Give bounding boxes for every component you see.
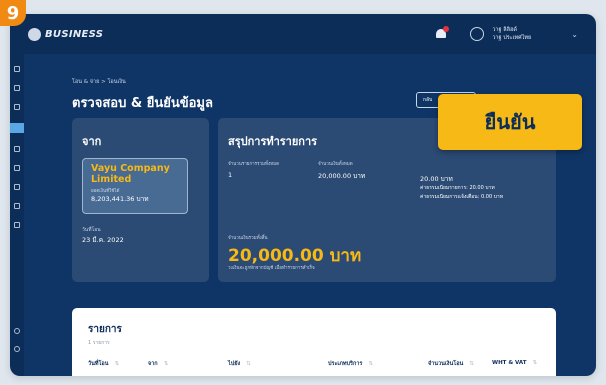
from-card: จาก Vayu Company Limited ยอดเงินที่ใช้ได… xyxy=(72,118,209,282)
app-window: BUSINESS วาฐ ลิลิฮด์ วาฐ ประเทศไทย ⌄ โอน… xyxy=(10,14,596,376)
user-info[interactable]: วาฐ ลิลิฮด์ วาฐ ประเทศไทย xyxy=(492,26,531,42)
bank-logo-icon xyxy=(28,27,41,41)
account-icon[interactable] xyxy=(14,85,20,91)
step-badge: 9 xyxy=(0,0,26,26)
column-header-date[interactable]: วันที่โอน ⇅ xyxy=(88,360,119,368)
fee-value: 20.00 บาท xyxy=(420,175,453,183)
sidebar xyxy=(10,54,24,376)
notification-bell-icon[interactable] xyxy=(434,26,450,41)
total-label: จำนวนเงินรวมทั้งสิ้น xyxy=(228,236,268,241)
help-icon[interactable] xyxy=(14,346,20,352)
user-company: วาฐ ประเทศไทย xyxy=(492,35,532,41)
balance-label: ยอดเงินที่ใช้ได้ xyxy=(91,189,120,194)
wallet-icon[interactable] xyxy=(14,104,20,110)
clock-icon[interactable] xyxy=(14,222,20,228)
from-title: จาก xyxy=(82,135,102,148)
chevron-down-icon[interactable]: ⌄ xyxy=(571,30,578,39)
notification-dot xyxy=(443,26,450,32)
transaction-count: 1 xyxy=(228,171,233,179)
amount-label: จำนวนเงินทั้งหมด xyxy=(318,162,353,167)
total-note: วงเงินจะถูกหักจากบัญชี เมื่อทำรายการสำเร… xyxy=(228,266,315,271)
transaction-count-label: จำนวนรายการรวมทั้งหมด xyxy=(228,162,280,167)
brand-name: BUSINESS xyxy=(45,28,104,40)
column-header-from[interactable]: จาก ⇅ xyxy=(148,360,168,368)
sort-icon[interactable]: ⇅ xyxy=(164,361,169,367)
bill-icon[interactable] xyxy=(14,146,20,152)
fee-line: ค่าธรรมเนียมรายการ: 20.00 บาท xyxy=(420,185,495,191)
column-header-amount[interactable]: จำนวนเงินโอน ⇅ xyxy=(428,360,474,368)
list-title: รายการ xyxy=(88,324,122,335)
sort-icon[interactable]: ⇅ xyxy=(246,361,251,367)
source-account-box: Vayu Company Limited ยอดเงินที่ใช้ได้ 8,… xyxy=(82,158,188,214)
users-icon[interactable] xyxy=(14,203,20,209)
home-icon[interactable] xyxy=(14,66,20,72)
account-balance: 8,203,441.36 บาท xyxy=(91,195,149,203)
confirm-button[interactable]: ยืนยัน xyxy=(438,94,582,150)
breadcrumb[interactable]: โอน & จ่าย > โอนเงิน xyxy=(72,78,126,86)
column-header-wht-vat[interactable]: WHT & VAT ⇅ xyxy=(492,360,537,366)
notification-fee-line: ค่าธรรมเนียมการแจ้งเตือน: 0.00 บาท xyxy=(420,194,503,200)
transfer-date-label: วันที่โอน xyxy=(82,227,101,233)
transaction-list-card: รายการ 1 รายการ วันที่โอน ⇅ จาก ⇅ ไปยัง ⇅ ป… xyxy=(72,308,556,376)
page-title: ตรวจสอบ & ยืนยันข้อมูล xyxy=(72,96,213,111)
brand-logo[interactable]: BUSINESS xyxy=(28,27,104,41)
sort-icon[interactable]: ⇅ xyxy=(368,361,373,367)
user-avatar-icon[interactable] xyxy=(470,27,485,41)
list-header: วันที่โอน ⇅ จาก ⇅ ไปยัง ⇅ ประเภทบริการ ⇅ จำน… xyxy=(88,360,540,370)
transfer-date: 23 มี.ค. 2022 xyxy=(82,236,124,244)
column-header-to[interactable]: ไปยัง ⇅ xyxy=(228,360,251,368)
tag-icon[interactable] xyxy=(14,165,20,171)
account-name: Vayu Company Limited xyxy=(91,163,170,185)
list-count: 1 รายการ xyxy=(88,340,110,346)
settings-icon[interactable] xyxy=(14,328,20,334)
transfer-icon[interactable] xyxy=(10,123,24,133)
top-bar: BUSINESS วาฐ ลิลิฮด์ วาฐ ประเทศไทย ⌄ xyxy=(10,14,596,54)
sort-icon[interactable]: ⇅ xyxy=(533,360,538,366)
sort-icon[interactable]: ⇅ xyxy=(469,361,474,367)
amount-value: 20,000.00 บาท xyxy=(318,172,366,180)
user-name: วาฐ ลิลิฮด์ xyxy=(492,27,517,33)
column-header-service[interactable]: ประเภทบริการ ⇅ xyxy=(328,360,373,368)
document-icon[interactable] xyxy=(14,184,20,190)
sort-icon[interactable]: ⇅ xyxy=(115,361,120,367)
